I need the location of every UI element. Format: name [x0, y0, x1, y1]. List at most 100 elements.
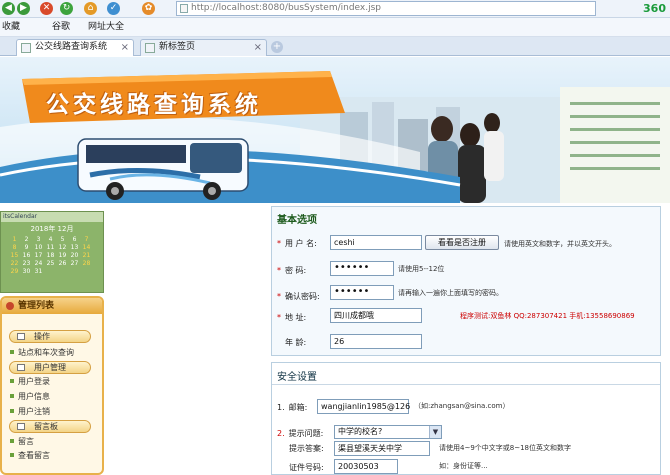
calendar-day[interactable]: 3 [33, 236, 44, 243]
tab-label: 公交线路查询系统 [35, 42, 108, 52]
menu-item-user-info[interactable]: 用户信息 [10, 391, 50, 402]
calendar-widget: itsCalendar 2018年 12月 1 2 3 4 5 6 7 8 9 10 11 12 13 1… [0, 211, 104, 293]
folder-icon [17, 423, 25, 430]
calendar-day[interactable]: 22 [9, 260, 20, 267]
calendar-day[interactable]: 10 [33, 244, 44, 251]
new-tab-icon[interactable]: + [271, 41, 283, 53]
close-icon[interactable]: × [121, 40, 129, 55]
banner-illustration [0, 71, 670, 203]
back-icon[interactable]: ◀ [2, 2, 15, 15]
calendar-day[interactable]: 29 [9, 268, 20, 275]
tab-new-tab[interactable]: 新标签页 × [140, 39, 267, 56]
menu-item-route-query[interactable]: 站点和车次查询 [10, 347, 74, 358]
calendar-day[interactable]: 9 [21, 244, 32, 251]
calendar-day[interactable]: 31 [33, 268, 44, 275]
calendar-day[interactable]: 30 [21, 268, 32, 275]
security-question-label: 2. 提示问题: [277, 429, 324, 438]
id-number-label: 证件号码: [289, 463, 324, 472]
calendar-day[interactable]: 18 [45, 252, 56, 259]
calendar-day[interactable]: 11 [45, 244, 56, 251]
calendar-day[interactable]: 6 [69, 236, 80, 243]
menu-item-label: 站点和车次查询 [18, 348, 74, 357]
tab-bus-system[interactable]: 公交线路查询系统 × [16, 39, 134, 56]
tab-favicon [145, 43, 155, 53]
calendar-day[interactable]: 17 [33, 252, 44, 259]
paw-icon[interactable]: ✿ [142, 2, 155, 15]
calendar-day[interactable]: 24 [33, 260, 44, 267]
security-answer-hint: 请使用4~9个中文字或8~18位英文和数字 [439, 444, 571, 452]
calendar-day[interactable]: 23 [21, 260, 32, 267]
security-settings-section: 安全设置 1. 邮箱: wangjianlin1985@126 （如:zhangs… [271, 362, 661, 475]
browser-brand-logo: 360 [643, 2, 666, 15]
calendar-day[interactable]: 12 [57, 244, 68, 251]
security-settings-title: 安全设置 [277, 372, 317, 383]
calendar-day[interactable]: 14 [81, 244, 92, 251]
calendar-day[interactable]: 2 [21, 236, 32, 243]
menu-item-label: 用户登录 [18, 377, 50, 386]
confirm-password-hint: 请再输入一遍你上面填写的密码。 [398, 289, 503, 297]
developer-contact-note: 程序测试:双鱼林 QQ:287307421 手机:13558690869 [460, 312, 635, 320]
favorites-google-link[interactable]: 谷歌 [52, 21, 70, 33]
calendar-day[interactable]: 13 [69, 244, 80, 251]
calendar-day[interactable]: 1 [9, 236, 20, 243]
calendar-day[interactable]: 19 [57, 252, 68, 259]
menu-group-label: 用户管理 [34, 363, 66, 372]
menu-item-view-messages[interactable]: 查看留言 [10, 450, 50, 461]
section-divider [272, 384, 660, 385]
security-question-select[interactable]: 中学的校名? ▼ [334, 425, 442, 439]
calendar-day[interactable]: 16 [21, 252, 32, 259]
menu-group-user-management[interactable]: 用户管理 [9, 361, 91, 374]
calendar-day[interactable]: 21 [81, 252, 92, 259]
id-number-hint: 如：身份证等... [439, 462, 488, 470]
menu-group-message-board[interactable]: 留言板 [9, 420, 91, 433]
left-sidebar: itsCalendar 2018年 12月 1 2 3 4 5 6 7 8 9 10 11 12 13 1… [0, 203, 104, 475]
stop-icon[interactable]: ✕ [40, 2, 53, 15]
bullet-icon [10, 453, 14, 457]
calendar-day[interactable]: 20 [69, 252, 80, 259]
favorites-hao-link[interactable]: 网址大全 [88, 21, 124, 33]
security-answer-input[interactable]: 渠县望溪天关中学 [334, 441, 430, 456]
menu-group-operations[interactable]: 操作 [9, 330, 91, 343]
basic-options-section: 基本选项 * 用 户 名: ceshi 看看是否注册 请使用英文和数字，并以英文开… [271, 206, 661, 356]
age-input[interactable]: 26 [330, 334, 422, 349]
close-icon[interactable]: × [254, 40, 262, 55]
menu-item-label: 用户信息 [18, 392, 50, 401]
menu-item-user-login[interactable]: 用户登录 [10, 376, 50, 387]
username-input[interactable]: ceshi [330, 235, 422, 250]
address-input[interactable]: 四川成都哦 [330, 308, 422, 323]
menu-item-leave-message[interactable]: 留言 [10, 436, 34, 447]
bullet-icon [10, 439, 14, 443]
folder-icon [17, 333, 25, 340]
address-bar[interactable]: http://localhost:8080/busSystem/index.js… [176, 1, 596, 16]
forward-icon[interactable]: ▶ [17, 2, 30, 15]
favorites-menu[interactable]: 收藏 [2, 21, 20, 33]
calendar-day[interactable]: 5 [57, 236, 68, 243]
calendar-day[interactable]: 25 [45, 260, 56, 267]
security-question-value: 中学的校名? [338, 427, 383, 436]
calendar-caption: itsCalendar [1, 212, 103, 222]
password-input[interactable]: •••••• [330, 261, 394, 276]
menu-group-label: 操作 [34, 332, 50, 341]
calendar-day[interactable]: 4 [45, 236, 56, 243]
calendar-day[interactable]: 28 [81, 260, 92, 267]
refresh-icon[interactable]: ↻ [60, 2, 73, 15]
home-icon[interactable]: ⌂ [84, 2, 97, 15]
email-input[interactable]: wangjianlin1985@126 [317, 399, 410, 414]
age-label: 年 龄: [285, 338, 307, 347]
id-number-input[interactable]: 20030503 [334, 459, 398, 474]
check-registered-button[interactable]: 看看是否注册 [425, 235, 499, 250]
confirm-password-input[interactable]: •••••• [330, 285, 394, 300]
calendar-day[interactable]: 15 [9, 252, 20, 259]
bullet-icon [10, 350, 14, 354]
calendar-day[interactable]: 27 [69, 260, 80, 267]
security-shield-icon[interactable]: ✓ [107, 2, 120, 15]
calendar-day[interactable]: 8 [9, 244, 20, 251]
tab-favicon [21, 43, 31, 53]
calendar-day[interactable]: 26 [57, 260, 68, 267]
username-hint: 请使用英文和数字，并以英文开头。 [504, 240, 616, 248]
bullet-icon [10, 409, 14, 413]
security-answer-label: 提示答案: [289, 444, 324, 453]
menu-item-user-logout[interactable]: 用户注销 [10, 406, 50, 417]
calendar-day[interactable]: 7 [81, 236, 92, 243]
tab-bar: 公交线路查询系统 × 新标签页 × + [0, 37, 670, 56]
